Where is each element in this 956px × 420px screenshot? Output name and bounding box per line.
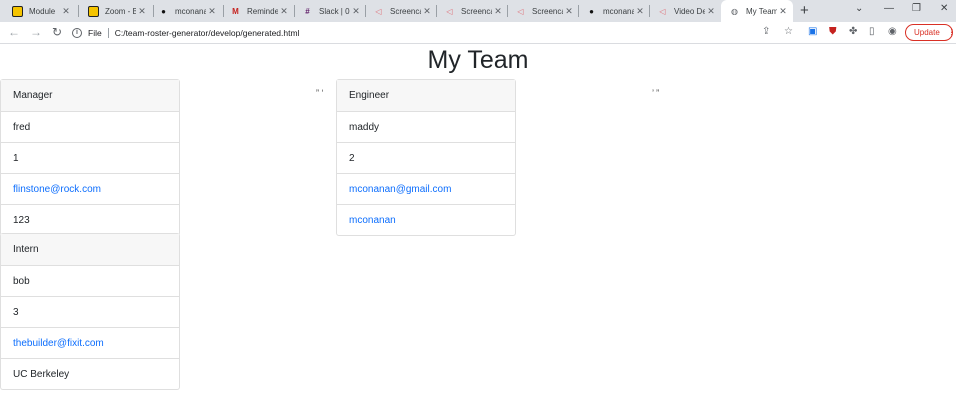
card-role-header: Engineer — [337, 80, 515, 111]
tab-my-team[interactable]: ◍ My Team ✕ — [721, 0, 793, 22]
tab-title: Slack | 01 — [319, 6, 350, 16]
update-button[interactable]: Update ⋮ — [905, 24, 956, 41]
employee-email-row: mconanan@gmail.com — [337, 173, 515, 204]
tab-slack[interactable]: # Slack | 01 ✕ — [294, 0, 366, 22]
minimize-icon[interactable]: — — [884, 3, 894, 14]
tab-module[interactable]: Module ✕ — [4, 0, 76, 22]
tab-title: Module — [29, 6, 56, 16]
tab-separator — [78, 5, 79, 17]
employee-email-link[interactable]: thebuilder@fixit.com — [13, 338, 104, 349]
forward-icon[interactable]: → — [30, 25, 42, 39]
tab-reminder[interactable]: M Reminder ✕ — [222, 0, 294, 22]
lego-icon — [12, 5, 23, 17]
close-icon[interactable]: ✕ — [705, 6, 717, 17]
close-icon[interactable]: ✕ — [492, 6, 504, 17]
extension-badge-icon[interactable]: ▣ — [808, 26, 817, 37]
employee-id: 2 — [337, 142, 515, 173]
card-role-header: Manager — [1, 80, 179, 111]
close-icon[interactable]: ✕ — [278, 6, 290, 17]
employee-id: 3 — [1, 296, 179, 327]
manager-card: Manager fred 1 flinstone@rock.com 123 — [0, 79, 180, 236]
close-icon[interactable]: ✕ — [634, 6, 646, 17]
url-divider — [107, 28, 109, 38]
github-icon: ● — [589, 6, 594, 16]
employee-name: fred — [1, 111, 179, 142]
address-bar[interactable]: i File C:/team-roster-generator/develop/… — [72, 25, 299, 41]
tab-github-1[interactable]: ● mconanan ✕ — [150, 0, 222, 22]
employee-name: maddy — [337, 111, 515, 142]
employee-email-link[interactable]: flinstone@rock.com — [13, 184, 101, 195]
github-icon: ● — [161, 6, 166, 16]
tab-title: mconanan — [175, 6, 206, 16]
lego-icon — [88, 5, 99, 17]
tab-screencast-2[interactable]: ◁ Screenca ✕ — [436, 0, 508, 22]
close-icon[interactable]: ✕ — [350, 6, 362, 17]
tab-screencast-1[interactable]: ◁ Screenca ✕ — [365, 0, 437, 22]
stray-quote-marks: ” ‘ — [316, 88, 324, 98]
close-icon[interactable]: ✕ — [563, 6, 575, 17]
employee-email-row: thebuilder@fixit.com — [1, 327, 179, 358]
tab-title: Video De — [674, 6, 705, 16]
profile-avatar-icon[interactable]: ◉ — [888, 26, 897, 37]
engineer-card: Engineer maddy 2 mconanan@gmail.com mcon… — [336, 79, 516, 236]
tab-screencast-3[interactable]: ◁ Screenca ✕ — [507, 0, 579, 22]
browser-toolbar: ← → ↻ i File C:/team-roster-generator/de… — [0, 22, 956, 44]
back-icon[interactable]: ← — [8, 25, 20, 39]
reload-icon[interactable]: ↻ — [52, 25, 62, 39]
screencastify-icon: ◁ — [659, 6, 666, 16]
tab-title: Screenca — [390, 6, 421, 16]
tab-title: Screenca — [461, 6, 492, 16]
tab-zoom[interactable]: Zoom - B ✕ — [80, 0, 152, 22]
slack-icon: # — [305, 6, 310, 16]
bookmark-star-icon[interactable]: ☆ — [784, 26, 793, 37]
close-icon[interactable]: ✕ — [136, 6, 148, 17]
stray-quote-marks: ’ ” — [652, 88, 660, 98]
github-profile-link[interactable]: mconanan — [349, 215, 396, 226]
tab-title: My Team — [746, 6, 777, 16]
employee-email-link[interactable]: mconanan@gmail.com — [349, 184, 451, 195]
intern-card: Intern bob 3 thebuilder@fixit.com UC Ber… — [0, 233, 180, 390]
browser-tab-strip: Module ✕ Zoom - B ✕ ● mconanan ✕ M Remin… — [0, 0, 956, 22]
info-icon[interactable]: i — [72, 28, 82, 38]
side-panel-icon[interactable]: ▯ — [869, 26, 875, 37]
tab-title: mconanan — [603, 6, 634, 16]
url-text[interactable]: C:/team-roster-generator/develop/generat… — [115, 28, 300, 38]
close-icon[interactable]: ✕ — [60, 6, 72, 17]
office-number: 123 — [1, 204, 179, 235]
close-window-icon[interactable]: ✕ — [940, 3, 948, 14]
tab-title: Screenca — [532, 6, 563, 16]
employee-email-row: flinstone@rock.com — [1, 173, 179, 204]
employee-name: bob — [1, 265, 179, 296]
more-menu-icon[interactable]: ⋮ — [948, 28, 956, 37]
close-icon[interactable]: ✕ — [777, 6, 789, 17]
globe-icon: ◍ — [731, 6, 738, 16]
tab-video[interactable]: ◁ Video De ✕ — [649, 0, 721, 22]
school-name: UC Berkeley — [1, 358, 179, 389]
page-title: My Team — [427, 46, 529, 74]
new-tab-icon[interactable]: + — [800, 2, 809, 19]
card-role-header: Intern — [1, 234, 179, 265]
github-row: mconanan — [337, 204, 515, 235]
screencastify-icon: ◁ — [517, 6, 524, 16]
screencastify-icon: ◁ — [446, 6, 453, 16]
close-icon[interactable]: ✕ — [421, 6, 433, 17]
tab-search-icon[interactable]: ⌄ — [855, 3, 863, 14]
close-icon[interactable]: ✕ — [206, 6, 218, 17]
tab-title: Reminder — [247, 6, 278, 16]
extensions-puzzle-icon[interactable]: ✤ — [849, 26, 857, 37]
tab-github-2[interactable]: ● mconanan ✕ — [578, 0, 650, 22]
employee-id: 1 — [1, 142, 179, 173]
restore-icon[interactable]: ❐ — [912, 3, 921, 14]
url-scheme: File — [88, 28, 102, 38]
update-label: Update — [914, 28, 940, 37]
tab-title: Zoom - B — [105, 6, 136, 16]
screencastify-icon: ◁ — [375, 6, 382, 16]
gmail-icon: M — [232, 6, 239, 16]
shield-icon[interactable]: ⛊ — [829, 26, 837, 37]
share-icon[interactable]: ⇪ — [762, 26, 770, 37]
